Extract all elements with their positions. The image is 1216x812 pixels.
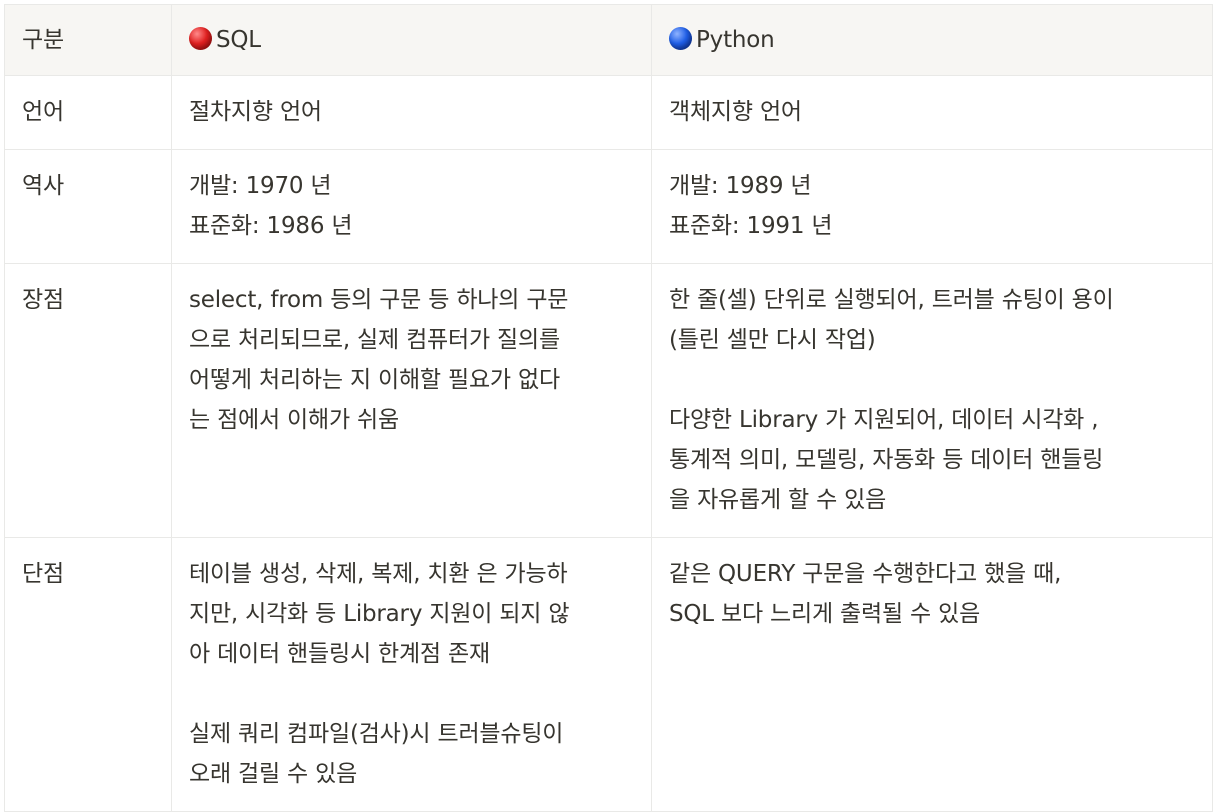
cell-text: 어떻게 처리하는 지 이해할 필요가 없다 xyxy=(189,367,560,393)
row-label: 단점 xyxy=(22,561,64,587)
table-row-language: 언어 절차지향 언어 객체지향 언어 xyxy=(4,75,1213,150)
cell-pros-python[interactable]: 한 줄(셀) 단위로 실행되어, 트러블 슈팅이 용이 (틀린 셀만 다시 작업… xyxy=(651,263,1213,538)
cell-pros-sql[interactable]: select, from 등의 구문 등 하나의 구문 으로 처리되므로, 실제… xyxy=(171,263,652,538)
cell-text: 표준화: 1986 년 xyxy=(189,213,353,239)
header-python-label: Python xyxy=(696,27,775,53)
row-label: 언어 xyxy=(22,99,64,125)
row-label: 역사 xyxy=(22,173,64,199)
cell-text: 지만, 시각화 등 Library 지원이 되지 않 xyxy=(189,601,570,627)
table-header: 구분 SQL Python xyxy=(4,4,1213,76)
cell-text: 표준화: 1991 년 xyxy=(669,213,833,239)
cell-text: 아 데이터 핸들링시 한계점 존재 xyxy=(189,641,490,667)
cell-text: select, from 등의 구문 등 하나의 구문 xyxy=(189,287,569,313)
cell-text: 절차지향 언어 xyxy=(189,99,322,125)
header-sql[interactable]: SQL xyxy=(171,4,652,76)
cell-text: 통계적 의미, 모델링, 자동화 등 데이터 핸들링 xyxy=(669,447,1104,473)
cell-text: 실제 쿼리 컴파일(검사)시 트러블슈팅이 xyxy=(189,721,564,747)
table-row-pros: 장점 select, from 등의 구문 등 하나의 구문 으로 처리되므로,… xyxy=(4,263,1213,538)
cell-text: 한 줄(셀) 단위로 실행되어, 트러블 슈팅이 용이 xyxy=(669,287,1114,313)
cell-cons-python[interactable]: 같은 QUERY 구문을 수행한다고 했을 때, SQL 보다 느리게 출력될 … xyxy=(651,537,1213,812)
header-sql-label: SQL xyxy=(216,27,261,53)
cell-text: 다양한 Library 가 지원되어, 데이터 시각화 , xyxy=(669,407,1099,433)
row-label: 장점 xyxy=(22,287,64,313)
cell-text: 객체지향 언어 xyxy=(669,99,802,125)
cell-cons-label[interactable]: 단점 xyxy=(4,537,172,812)
header-category[interactable]: 구분 xyxy=(4,4,172,76)
cell-text: 개발: 1989 년 xyxy=(669,173,812,199)
cell-history-label[interactable]: 역사 xyxy=(4,149,172,264)
cell-text: 는 점에서 이해가 쉬움 xyxy=(189,407,399,433)
cell-text: 같은 QUERY 구문을 수행한다고 했을 때, xyxy=(669,561,1062,587)
cell-text: 을 자유롭게 할 수 있음 xyxy=(669,487,887,513)
header-category-label: 구분 xyxy=(22,27,64,53)
cell-language-label[interactable]: 언어 xyxy=(4,75,172,150)
cell-language-python[interactable]: 객체지향 언어 xyxy=(651,75,1213,150)
cell-text: SQL 보다 느리게 출력될 수 있음 xyxy=(669,601,981,627)
comparison-table: 구분 SQL Python 언어 절차지향 언어 객체지향 언어 역사 개발: … xyxy=(4,4,1213,812)
header-python[interactable]: Python xyxy=(651,4,1213,76)
red-circle-icon xyxy=(189,27,212,50)
table-row-cons: 단점 테이블 생성, 삭제, 복제, 치환 은 가능하 지만, 시각화 등 Li… xyxy=(4,537,1213,812)
cell-text: 오래 걸릴 수 있음 xyxy=(189,761,358,787)
cell-history-python[interactable]: 개발: 1989 년 표준화: 1991 년 xyxy=(651,149,1213,264)
cell-pros-label[interactable]: 장점 xyxy=(4,263,172,538)
cell-text: (틀린 셀만 다시 작업) xyxy=(669,327,876,353)
blue-circle-icon xyxy=(669,27,692,50)
header-row: 구분 SQL Python xyxy=(4,4,1213,76)
cell-history-sql[interactable]: 개발: 1970 년 표준화: 1986 년 xyxy=(171,149,652,264)
cell-text: 개발: 1970 년 xyxy=(189,173,332,199)
cell-language-sql[interactable]: 절차지향 언어 xyxy=(171,75,652,150)
table-row-history: 역사 개발: 1970 년 표준화: 1986 년 개발: 1989 년 표준화… xyxy=(4,149,1213,264)
cell-text: 테이블 생성, 삭제, 복제, 치환 은 가능하 xyxy=(189,561,568,587)
cell-text: 으로 처리되므로, 실제 컴퓨터가 질의를 xyxy=(189,327,560,353)
cell-cons-sql[interactable]: 테이블 생성, 삭제, 복제, 치환 은 가능하 지만, 시각화 등 Libra… xyxy=(171,537,652,812)
